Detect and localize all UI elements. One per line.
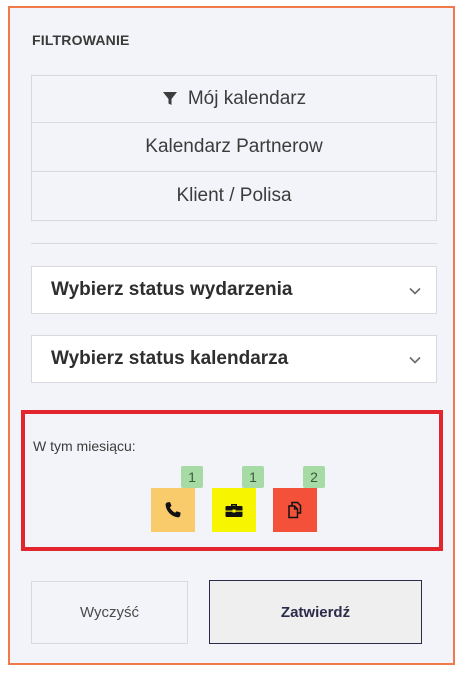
my-calendar-label: Mój kalendarz [187, 88, 307, 109]
panel-title: FILTROWANIE [32, 32, 130, 48]
calendar-status-label: Wybierz status kalendarza [51, 348, 289, 369]
document-event-button[interactable] [273, 488, 317, 532]
event-status-label: Wybierz status wydarzenia [51, 279, 293, 300]
client-policy-label: Klient / Polisa [176, 185, 292, 206]
meeting-event-button[interactable] [212, 488, 256, 532]
phone-event-button[interactable] [151, 488, 195, 532]
this-month-summary: W tym miesiącu: 1 1 2 [21, 410, 443, 551]
clear-button[interactable]: Wyczyść [31, 581, 188, 644]
phone-icon [165, 502, 181, 518]
this-month-label: W tym miesiącu: [33, 438, 136, 454]
filter-panel: FILTROWANIE Mój kalendarz Kalendarz Part… [8, 6, 455, 665]
filter-button-group: Mój kalendarz Kalendarz Partnerow Klient… [31, 75, 437, 221]
phone-count-badge: 1 [181, 466, 203, 488]
event-status-select[interactable]: Wybierz status wydarzenia [31, 266, 437, 314]
meeting-count-badge: 1 [242, 466, 264, 488]
document-count-badge: 2 [303, 466, 325, 488]
submit-button[interactable]: Zatwierdź [209, 580, 422, 644]
my-calendar-button[interactable]: Mój kalendarz [31, 75, 437, 123]
partners-calendar-label: Kalendarz Partnerow [145, 136, 323, 157]
client-policy-button[interactable]: Klient / Polisa [31, 172, 437, 221]
copy-icon [288, 501, 302, 519]
partners-calendar-button[interactable]: Kalendarz Partnerow [31, 123, 437, 172]
divider [31, 243, 437, 244]
chevron-down-icon [409, 356, 421, 364]
briefcase-icon [225, 504, 243, 517]
chevron-down-icon [409, 287, 421, 295]
calendar-status-select[interactable]: Wybierz status kalendarza [31, 335, 437, 383]
funnel-icon [162, 92, 177, 105]
